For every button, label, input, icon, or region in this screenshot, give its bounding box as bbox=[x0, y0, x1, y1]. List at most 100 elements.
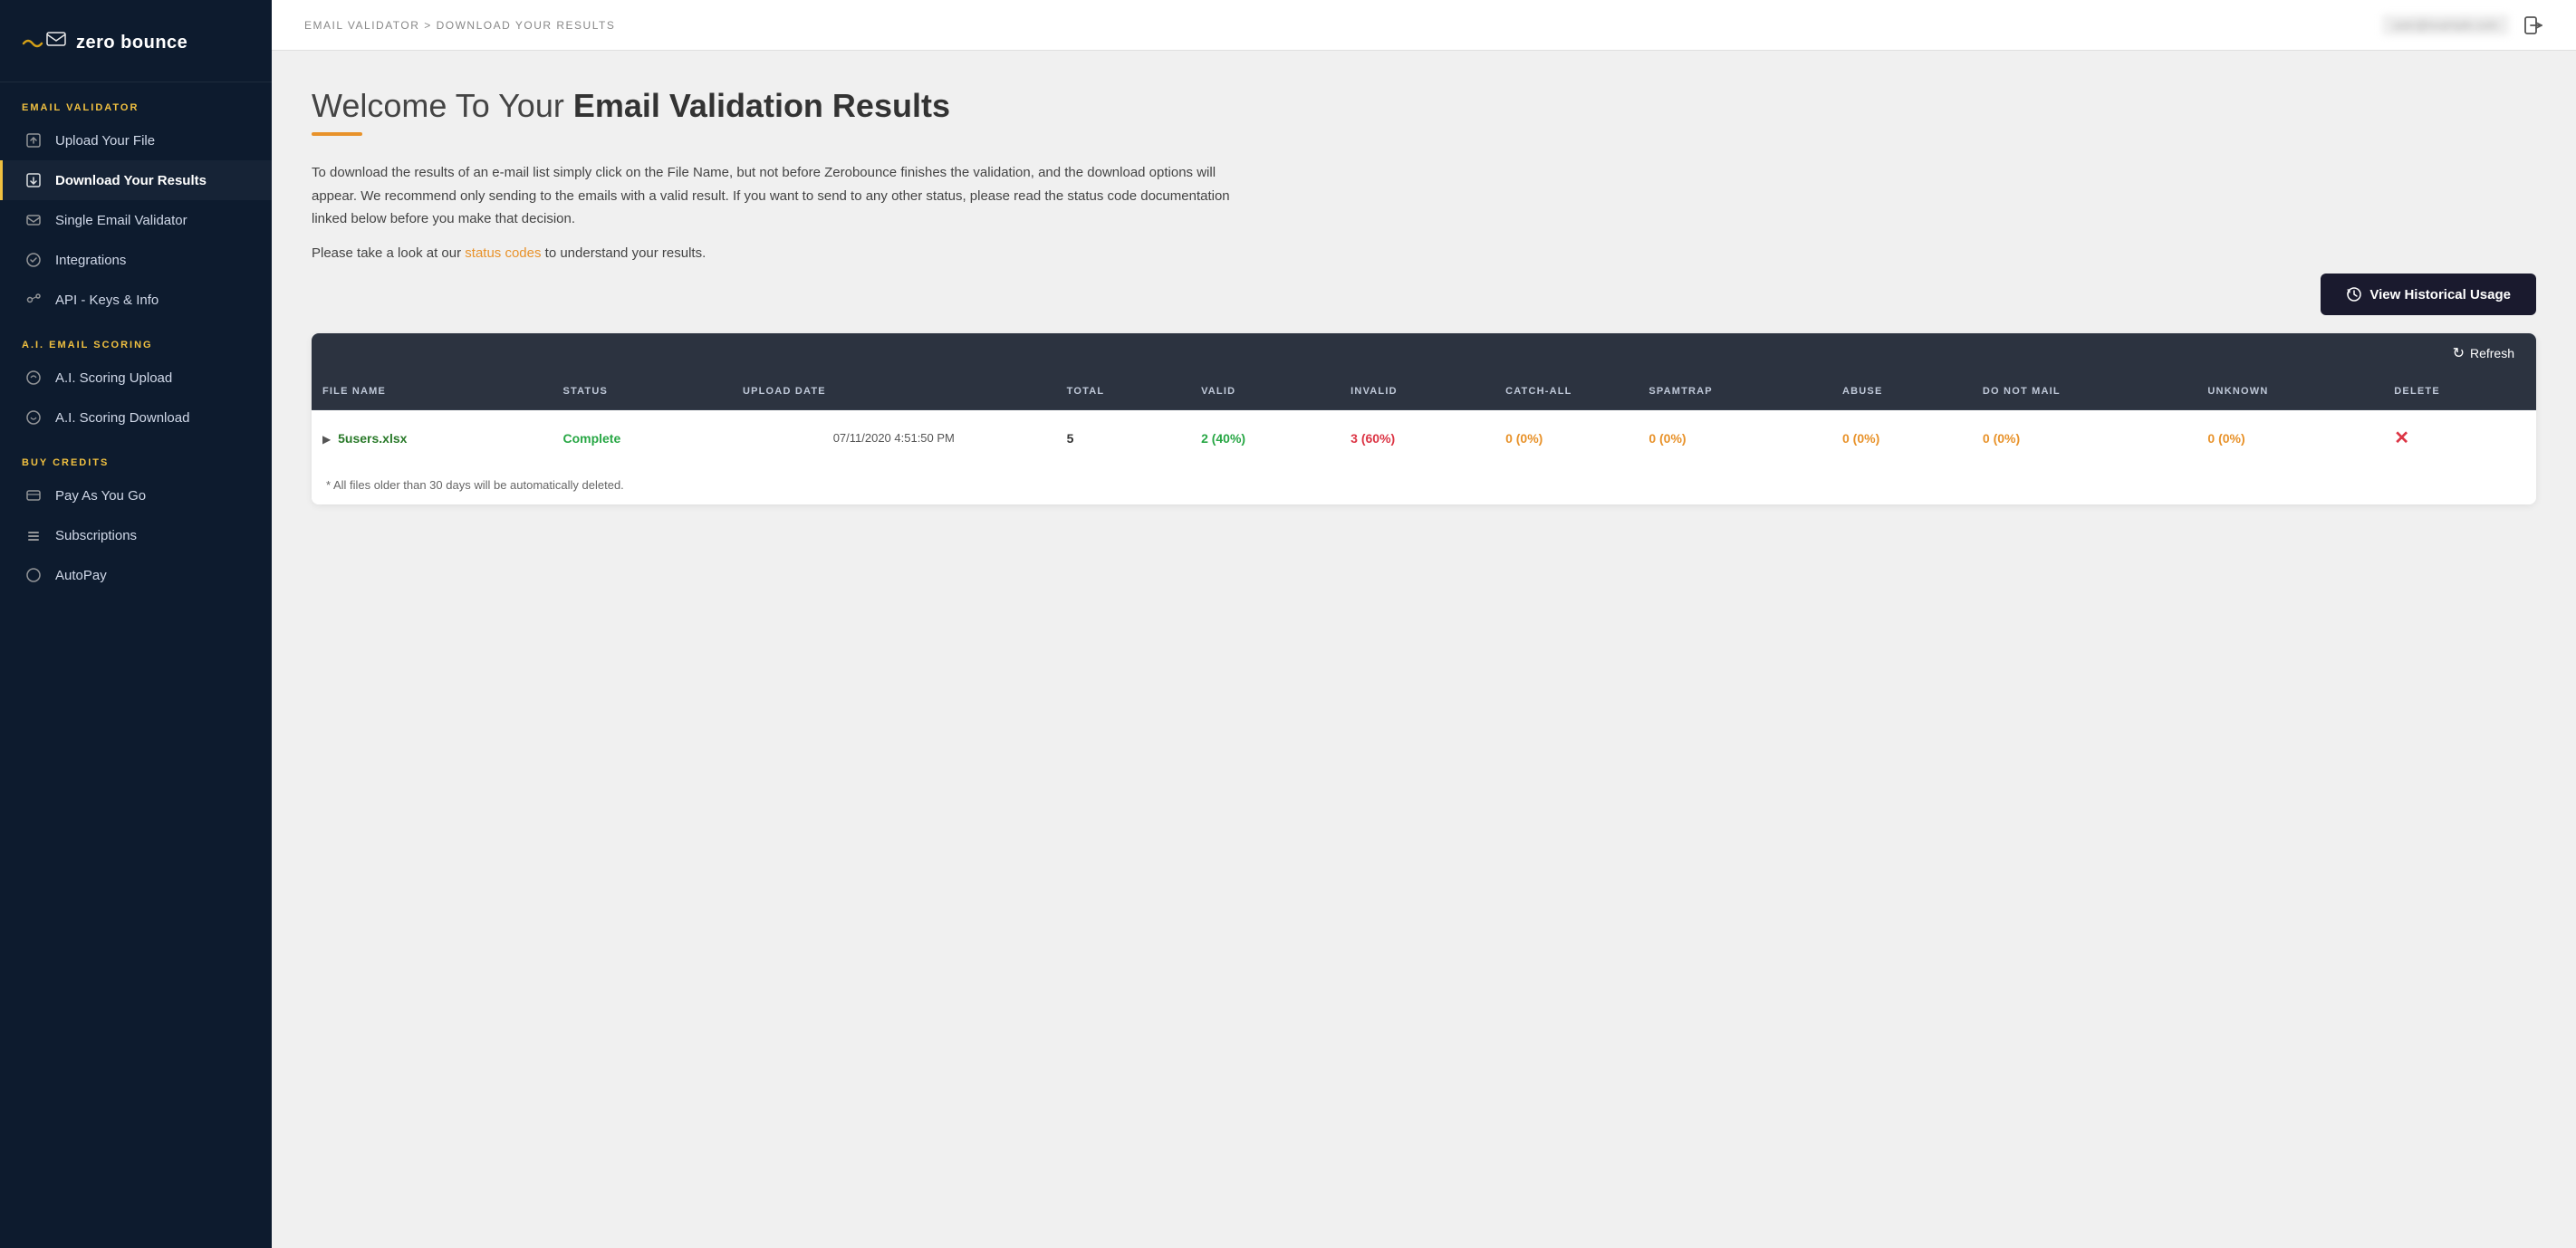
cell-unknown: 0 (0%) bbox=[2196, 410, 2383, 466]
cell-catch-all: 0 (0%) bbox=[1495, 410, 1638, 466]
api-icon bbox=[24, 291, 43, 309]
nav-buy-credits-section: BUY CREDITS Pay As You Go Subscriptions … bbox=[0, 437, 272, 595]
payasyougo-icon bbox=[24, 486, 43, 504]
integrations-icon bbox=[24, 251, 43, 269]
status-badge: Complete bbox=[562, 431, 620, 446]
sidebar-item-label-subscriptions: Subscriptions bbox=[55, 528, 137, 543]
sidebar: zero bounce EMAIL VALIDATOR Upload Your … bbox=[0, 0, 272, 1248]
sidebar-item-label-upload: Upload Your File bbox=[55, 133, 155, 149]
cell-do-not-mail: 0 (0%) bbox=[1972, 410, 2197, 466]
user-email: user@example.com bbox=[2382, 14, 2509, 35]
results-table: FILE NAME STATUS UPLOAD DATE TOTAL VALID… bbox=[312, 373, 2536, 466]
ai-upload-icon bbox=[24, 369, 43, 387]
cell-upload-date: 07/11/2020 4:51:50 PM bbox=[732, 410, 1056, 466]
col-upload-date: UPLOAD DATE bbox=[732, 373, 1056, 410]
description-2-suffix: to understand your results. bbox=[542, 245, 706, 261]
description-2: Please take a look at our status codes t… bbox=[312, 242, 1263, 265]
sidebar-item-integrations[interactable]: Integrations bbox=[0, 240, 272, 280]
col-catch-all: CATCH-ALL bbox=[1495, 373, 1638, 410]
title-underline bbox=[312, 132, 362, 136]
breadcrumb: EMAIL VALIDATOR > DOWNLOAD YOUR RESULTS bbox=[304, 19, 615, 32]
sidebar-item-upload[interactable]: Upload Your File bbox=[0, 120, 272, 160]
sidebar-item-label-download: Download Your Results bbox=[55, 173, 207, 188]
subscriptions-icon bbox=[24, 526, 43, 544]
sidebar-item-label-single: Single Email Validator bbox=[55, 213, 187, 228]
col-spamtrap: SPAMTRAP bbox=[1638, 373, 1831, 410]
col-filename: FILE NAME bbox=[312, 373, 552, 410]
main-content: EMAIL VALIDATOR > DOWNLOAD YOUR RESULTS … bbox=[272, 0, 2576, 1248]
table-body: ▶ 5users.xlsx Complete 07/11/2020 4:51:5… bbox=[312, 410, 2536, 466]
historical-button-label: View Historical Usage bbox=[2369, 287, 2511, 302]
autopay-icon bbox=[24, 566, 43, 584]
refresh-button[interactable]: ↻ Refresh bbox=[2453, 344, 2514, 362]
file-link[interactable]: 5users.xlsx bbox=[338, 431, 407, 446]
col-delete: DELETE bbox=[2383, 373, 2536, 410]
cell-total: 5 bbox=[1056, 410, 1190, 466]
download-icon bbox=[24, 171, 43, 189]
col-total: TOTAL bbox=[1056, 373, 1190, 410]
sidebar-item-autopay[interactable]: AutoPay bbox=[0, 555, 272, 595]
upload-date-value: 07/11/2020 4:51:50 PM bbox=[743, 431, 1045, 445]
table-footnote: * All files older than 30 days will be a… bbox=[312, 466, 2536, 504]
valid-value: 2 (40%) bbox=[1201, 431, 1245, 446]
delete-button[interactable]: ✕ bbox=[2394, 428, 2409, 448]
logo-area: zero bounce bbox=[0, 0, 272, 82]
table-toolbar: ↻ Refresh bbox=[312, 333, 2536, 373]
sidebar-item-payasyougo[interactable]: Pay As You Go bbox=[0, 475, 272, 515]
sidebar-item-api[interactable]: API - Keys & Info bbox=[0, 280, 272, 320]
catch-all-value: 0 (0%) bbox=[1505, 431, 1543, 446]
sidebar-item-label-autopay: AutoPay bbox=[55, 568, 107, 583]
sidebar-item-ai-upload[interactable]: A.I. Scoring Upload bbox=[0, 358, 272, 398]
sidebar-item-ai-download[interactable]: A.I. Scoring Download bbox=[0, 398, 272, 437]
do-not-mail-value: 0 (0%) bbox=[1983, 431, 2020, 446]
page-title-bold: Email Validation Results bbox=[573, 87, 950, 124]
section-label-email-validator: EMAIL VALIDATOR bbox=[0, 82, 272, 120]
email-icon bbox=[24, 211, 43, 229]
page-content: Welcome To Your Email Validation Results… bbox=[272, 51, 2576, 1248]
view-historical-usage-button[interactable]: View Historical Usage bbox=[2321, 274, 2536, 315]
unknown-value: 0 (0%) bbox=[2207, 431, 2244, 446]
page-title: Welcome To Your Email Validation Results bbox=[312, 87, 2536, 125]
action-row: View Historical Usage bbox=[312, 274, 2536, 315]
refresh-icon: ↻ bbox=[2453, 344, 2465, 362]
col-unknown: UNKNOWN bbox=[2196, 373, 2383, 410]
status-codes-link[interactable]: status codes bbox=[465, 245, 541, 261]
brand-name: zero bounce bbox=[76, 33, 187, 53]
table-header: FILE NAME STATUS UPLOAD DATE TOTAL VALID… bbox=[312, 373, 2536, 410]
sidebar-item-label-integrations: Integrations bbox=[55, 253, 126, 268]
sidebar-item-label-api: API - Keys & Info bbox=[55, 293, 159, 308]
nav-ai-section: A.I. EMAIL SCORING A.I. Scoring Upload A… bbox=[0, 320, 272, 437]
cell-invalid: 3 (60%) bbox=[1340, 410, 1495, 466]
sidebar-item-label-ai-download: A.I. Scoring Download bbox=[55, 410, 189, 426]
logout-button[interactable] bbox=[2523, 15, 2543, 35]
upload-icon bbox=[24, 131, 43, 149]
cell-valid: 2 (40%) bbox=[1190, 410, 1340, 466]
description-1: To download the results of an e-mail lis… bbox=[312, 161, 1263, 231]
description-2-prefix: Please take a look at our bbox=[312, 245, 465, 261]
cell-abuse: 0 (0%) bbox=[1831, 410, 1972, 466]
abuse-value: 0 (0%) bbox=[1842, 431, 1879, 446]
cell-status: Complete bbox=[552, 410, 731, 466]
cell-spamtrap: 0 (0%) bbox=[1638, 410, 1831, 466]
total-value: 5 bbox=[1067, 431, 1074, 446]
history-icon bbox=[2346, 286, 2362, 302]
sidebar-item-label-payasyougo: Pay As You Go bbox=[55, 488, 146, 504]
logo-svg bbox=[22, 25, 67, 60]
expand-row-button[interactable]: ▶ bbox=[322, 433, 331, 446]
results-table-card: ↻ Refresh FILE NAME STATUS UPLOAD DATE T… bbox=[312, 333, 2536, 504]
topbar-right: user@example.com bbox=[2382, 14, 2543, 35]
page-title-prefix: Welcome To Your bbox=[312, 87, 573, 124]
cell-delete[interactable]: ✕ bbox=[2383, 410, 2536, 466]
refresh-label: Refresh bbox=[2470, 346, 2514, 360]
sidebar-item-single-email[interactable]: Single Email Validator bbox=[0, 200, 272, 240]
sidebar-item-label-ai-upload: A.I. Scoring Upload bbox=[55, 370, 172, 386]
sidebar-item-download[interactable]: Download Your Results bbox=[0, 160, 272, 200]
col-invalid: INVALID bbox=[1340, 373, 1495, 410]
ai-download-icon bbox=[24, 408, 43, 427]
spamtrap-value: 0 (0%) bbox=[1648, 431, 1686, 446]
cell-filename: ▶ 5users.xlsx bbox=[312, 410, 552, 466]
nav-email-validator-section: EMAIL VALIDATOR Upload Your File Downloa… bbox=[0, 82, 272, 320]
sidebar-item-subscriptions[interactable]: Subscriptions bbox=[0, 515, 272, 555]
col-abuse: ABUSE bbox=[1831, 373, 1972, 410]
section-label-ai: A.I. EMAIL SCORING bbox=[0, 320, 272, 358]
